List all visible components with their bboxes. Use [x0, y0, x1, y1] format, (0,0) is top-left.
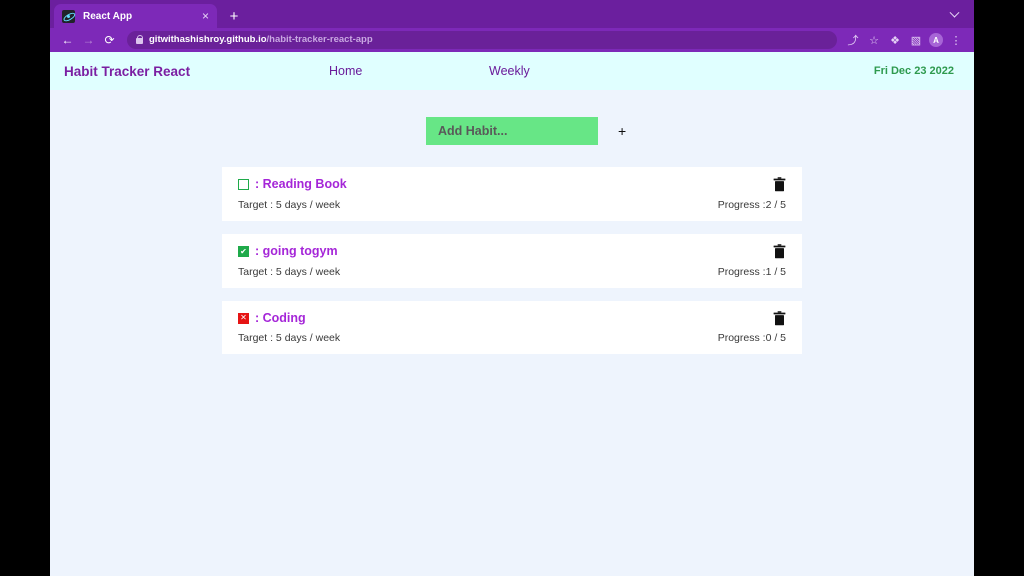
- main-content: + : Reading Book: [50, 90, 974, 355]
- habit-card-header: : Reading Book: [238, 177, 786, 192]
- add-habit-button[interactable]: +: [612, 124, 626, 138]
- habit-card: ✔ : going togym Target : 5 days / week P…: [222, 233, 802, 288]
- side-panel-icon[interactable]: ▧: [908, 32, 924, 48]
- add-habit-input[interactable]: [438, 124, 612, 138]
- chevron-down-icon[interactable]: [946, 7, 962, 23]
- app-header: Habit Tracker React Home Weekly Fri Dec …: [50, 52, 974, 90]
- add-habit-row: +: [426, 117, 626, 145]
- habit-progress: Progress :2 / 5: [717, 198, 786, 211]
- address-bar[interactable]: gitwithashishroy.github.io/habit-tracker…: [127, 31, 837, 49]
- share-icon[interactable]: ⤴: [845, 32, 861, 48]
- browser-toolbar: ← → ⟳ gitwithashishroy.github.io/habit-t…: [50, 28, 974, 52]
- habit-card-footer: Target : 5 days / week Progress :1 / 5: [238, 266, 786, 278]
- bookmark-star-icon[interactable]: ☆: [866, 32, 882, 48]
- habit-card: : Reading Book Target : 5 days / week Pr…: [222, 167, 802, 221]
- habit-card: ✕ : Coding Target : 5 days / week Progre…: [222, 300, 802, 355]
- habit-card-footer: Target : 5 days / week Progress :0 / 5: [238, 332, 786, 344]
- habit-status-checkbox[interactable]: [238, 179, 249, 191]
- browser-window: React App × + ← → ⟳ gitwithashishroy.git…: [50, 0, 974, 576]
- profile-avatar[interactable]: A: [929, 33, 943, 47]
- screen: React App × + ← → ⟳ gitwithashishroy.git…: [0, 0, 1024, 576]
- close-icon[interactable]: ×: [202, 10, 209, 22]
- url-domain: gitwithashishroy.github.io: [149, 35, 267, 45]
- extensions-puzzle-icon[interactable]: ❖: [887, 32, 903, 48]
- trash-icon[interactable]: [773, 243, 786, 259]
- habit-name: : going togym: [255, 243, 338, 258]
- nav-link-home[interactable]: Home: [329, 64, 489, 78]
- toolbar-icons: ⤴ ☆ ❖ ▧ A ⋮: [845, 32, 964, 48]
- react-logo-icon: [62, 9, 75, 23]
- tab-strip: React App × +: [50, 0, 974, 28]
- habit-progress: Progress :0 / 5: [717, 332, 786, 345]
- address-bar-url: gitwithashishroy.github.io/habit-tracker…: [149, 35, 373, 45]
- browser-menu-icon[interactable]: ⋮: [948, 32, 964, 48]
- habit-status-checkbox[interactable]: ✕: [238, 312, 249, 324]
- tab-title: React App: [83, 10, 133, 22]
- habit-card-header: ✕ : Coding: [238, 310, 786, 326]
- habit-name: : Coding: [255, 310, 306, 325]
- current-date: Fri Dec 23 2022: [873, 65, 954, 77]
- habit-target: Target : 5 days / week: [238, 198, 341, 211]
- lock-icon: [136, 34, 144, 44]
- new-tab-button[interactable]: +: [223, 5, 245, 27]
- trash-icon[interactable]: [773, 310, 786, 326]
- habit-target: Target : 5 days / week: [238, 265, 341, 278]
- habit-card-footer: Target : 5 days / week Progress :2 / 5: [238, 199, 786, 211]
- nav-link-weekly[interactable]: Weekly: [489, 64, 809, 78]
- reload-icon[interactable]: ⟳: [100, 31, 119, 50]
- page-viewport: Habit Tracker React Home Weekly Fri Dec …: [50, 52, 974, 576]
- browser-tab-react-app[interactable]: React App ×: [54, 4, 217, 28]
- habit-progress: Progress :1 / 5: [717, 265, 786, 278]
- habit-target: Target : 5 days / week: [238, 332, 341, 345]
- habit-status-checkbox[interactable]: ✔: [238, 246, 249, 258]
- habit-card-header: ✔ : going togym: [238, 243, 786, 259]
- habit-list: : Reading Book Target : 5 days / week Pr…: [50, 167, 974, 355]
- page-title: Habit Tracker React: [64, 63, 191, 79]
- trash-icon[interactable]: [773, 177, 786, 192]
- back-icon[interactable]: ←: [58, 31, 77, 50]
- forward-icon[interactable]: →: [79, 31, 98, 50]
- url-path: /habit-tracker-react-app: [266, 35, 373, 45]
- habit-name: : Reading Book: [255, 177, 347, 191]
